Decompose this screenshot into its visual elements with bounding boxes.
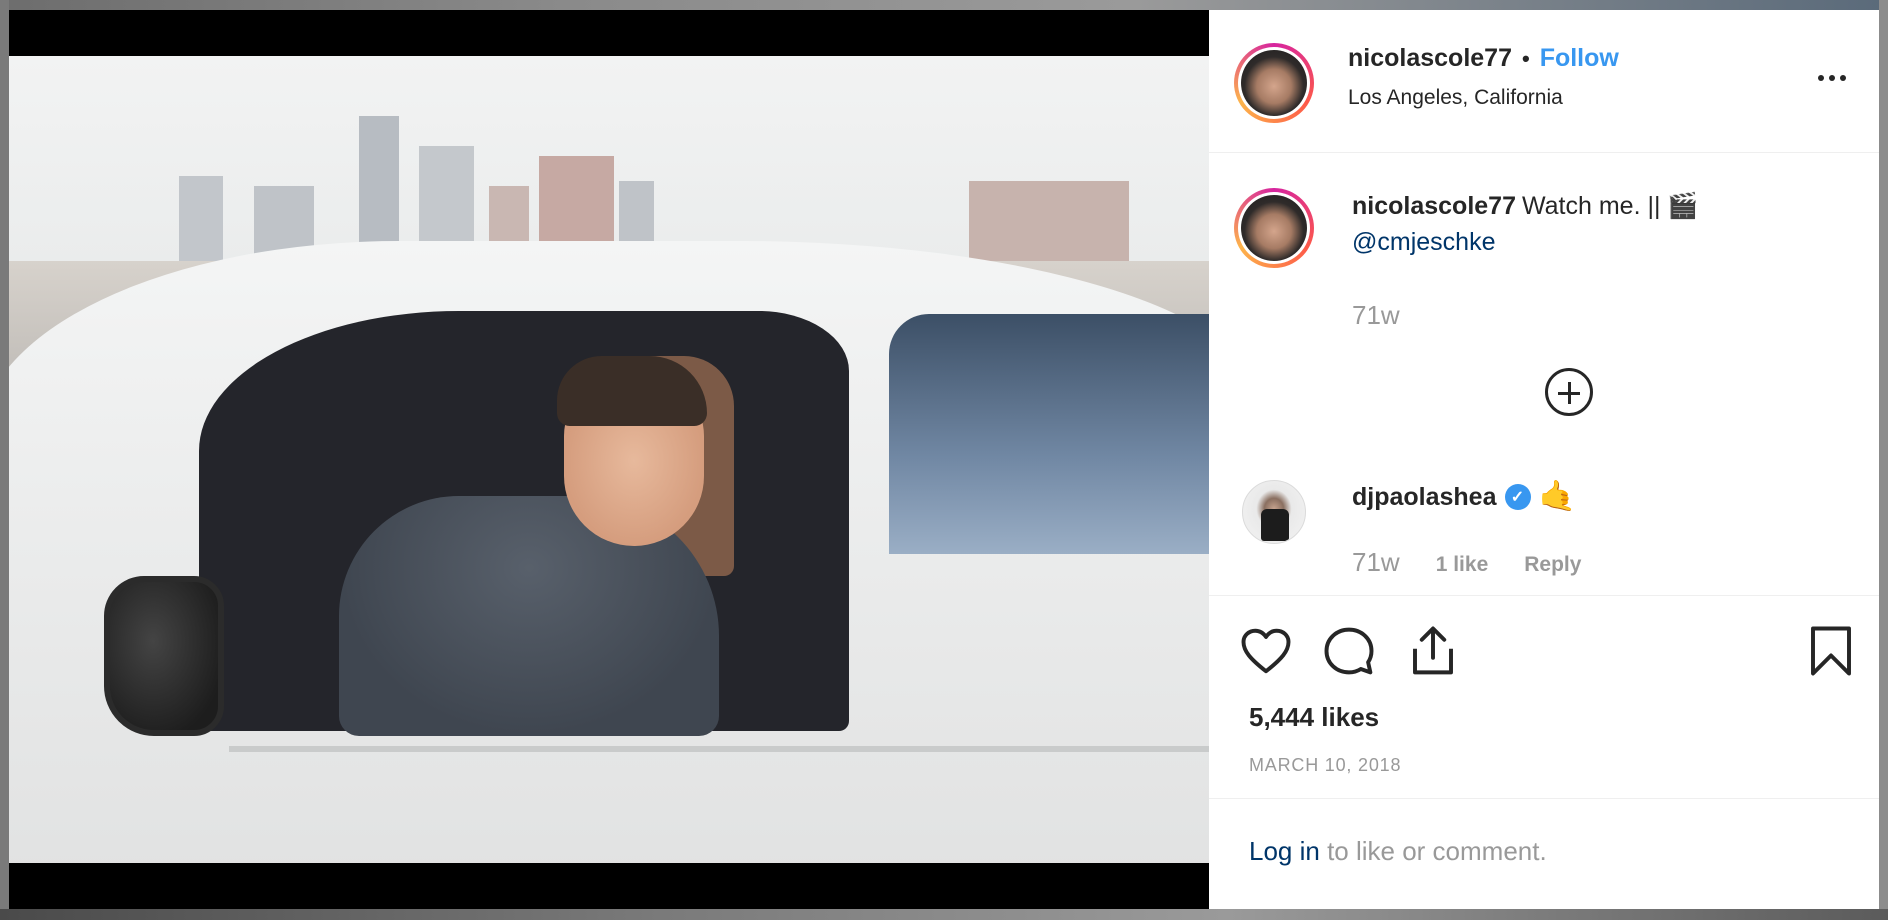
photo-car-rear-window [889,314,1209,554]
caption-avatar-image [1241,195,1307,261]
separator-dot: • [1521,45,1530,71]
caption-username[interactable]: nicolascole77 [1352,192,1516,220]
caption-avatar[interactable] [1234,188,1314,268]
post-side-panel: nicolascole77 • Follow Los Angeles, Cali… [1209,10,1879,909]
post-modal: nicolascole77 • Follow Los Angeles, Cali… [9,10,1879,909]
post-header: nicolascole77 • Follow Los Angeles, Cali… [1209,10,1879,153]
commenter-avatar[interactable] [1242,480,1306,544]
author-username[interactable]: nicolascole77 [1348,44,1512,73]
author-avatar-border [1238,47,1310,119]
post-caption: nicolascole77 Watch me. || 🎬 @cmjeschke 7… [1209,154,1879,454]
bookmark-icon[interactable] [1804,624,1858,678]
verified-badge-icon: ✓ [1504,484,1531,510]
more-options-icon[interactable] [1812,68,1852,88]
heart-icon[interactable] [1239,624,1293,678]
caption-text: nicolascole77 Watch me. || 🎬 @cmjeschke [1352,188,1832,260]
comment-timestamp[interactable]: 71w [1352,547,1400,578]
more-dot [1829,75,1835,81]
post-photo-area [9,10,1209,909]
commenter-username[interactable]: djpaolashea [1352,483,1497,512]
caption-mention-link[interactable]: @cmjeschke [1352,228,1495,256]
background-page-bottom [0,909,1888,920]
background-page-left [0,0,9,920]
likes-count[interactable]: 5,444 likes [1249,702,1379,733]
photo-car-door-line [229,746,1209,752]
post-location[interactable]: Los Angeles, California [1348,86,1563,110]
more-dot [1840,75,1846,81]
more-dot [1818,75,1824,81]
comment-meta: 71w 1 like Reply [1352,547,1581,578]
background-page-right [1879,0,1888,920]
login-link[interactable]: Log in [1249,836,1320,866]
photo-car-mirror [104,576,224,736]
comment-item: djpaolashea ✓ 🤙 71w 1 like Reply [1209,454,1879,596]
commenter-avatar-figure [1261,509,1289,541]
login-prompt: Log in to like or comment. [1249,836,1547,867]
login-prompt-text: to like or comment. [1319,836,1547,866]
section-divider [1209,798,1879,799]
post-photo[interactable] [9,56,1209,863]
caption-body: Watch me. || 🎬 [1521,192,1699,220]
follow-button[interactable]: Follow [1540,44,1619,73]
author-avatar[interactable] [1234,43,1314,123]
share-icon[interactable] [1406,624,1460,678]
comment-icon[interactable] [1322,624,1376,678]
comment-text: 🤙 [1538,480,1576,513]
caption-avatar-border [1238,192,1310,264]
background-page-top [0,0,1888,10]
photo-letterbox-bottom [9,863,1209,909]
header-user-line: nicolascole77 • Follow [1348,44,1619,73]
post-actions [1209,597,1879,693]
post-date: MARCH 10, 2018 [1249,755,1402,775]
comment-reply-button[interactable]: Reply [1524,553,1581,577]
caption-timestamp[interactable]: 71w [1352,300,1400,331]
comment-likes-link[interactable]: 1 like [1436,553,1489,577]
load-more-comments-icon[interactable] [1545,368,1593,416]
author-avatar-image [1241,50,1307,116]
comment-line: djpaolashea ✓ 🤙 [1352,482,1576,512]
